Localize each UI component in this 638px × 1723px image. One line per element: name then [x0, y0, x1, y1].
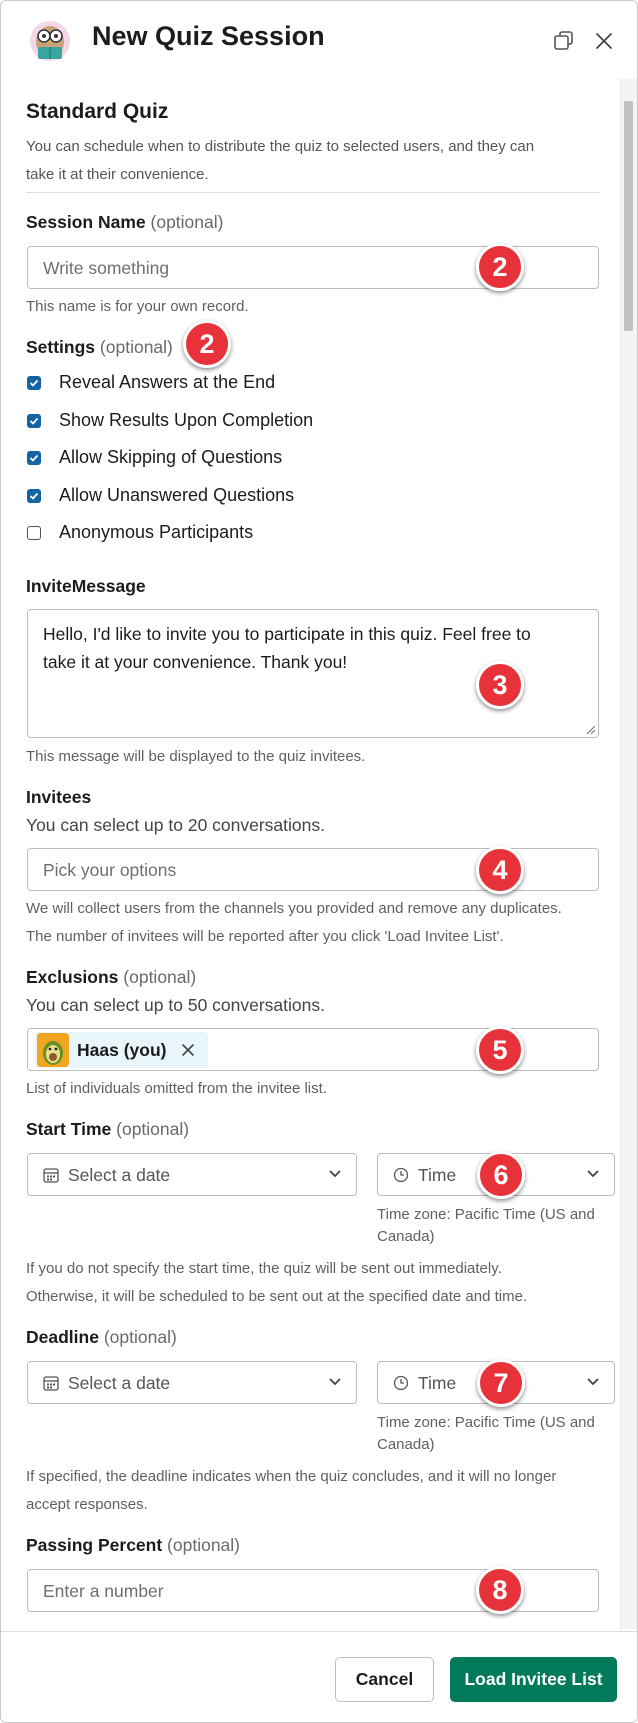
load-invitee-list-button[interactable]: Load Invitee List: [450, 1657, 617, 1702]
checkbox-allow-skipping[interactable]: Allow Skipping of Questions: [27, 447, 282, 468]
expand-window-icon[interactable]: [548, 25, 580, 57]
checkbox-show-results[interactable]: Show Results Upon Completion: [27, 410, 313, 431]
start-time-hint-line2: Otherwise, it will be scheduled to be se…: [26, 1288, 528, 1305]
section-description-line2: take it at their convenience.: [26, 166, 209, 183]
step-badge: 3: [476, 661, 524, 709]
cancel-button[interactable]: Cancel: [335, 1657, 434, 1702]
chevron-down-icon: [587, 1170, 599, 1178]
owl-logo-icon: [25, 15, 75, 65]
start-date-select[interactable]: Select a date: [27, 1153, 357, 1196]
section-title: Standard Quiz: [26, 100, 169, 123]
deadline-date-select[interactable]: Select a date: [27, 1361, 357, 1404]
deadline-hint-line2: accept responses.: [26, 1496, 148, 1513]
invitees-placeholder: Pick your options: [43, 860, 177, 880]
checkbox-anonymous[interactable]: Anonymous Participants: [27, 522, 253, 543]
checkbox-checked-icon: [27, 488, 41, 503]
chevron-down-icon: [329, 1378, 341, 1386]
exclusions-sub: You can select up to 50 conversations.: [26, 995, 325, 1015]
passing-percent-label: Passing Percent (optional): [26, 1535, 241, 1555]
close-icon[interactable]: [588, 25, 620, 57]
invitees-hint-line1: We will collect users from the channels …: [26, 900, 562, 917]
passing-percent-placeholder: Enter a number: [43, 1581, 164, 1601]
step-badge: 8: [476, 1566, 524, 1614]
calendar-icon: [43, 1376, 59, 1391]
chevron-down-icon: [329, 1170, 341, 1178]
step-badge: 7: [477, 1359, 525, 1407]
resize-grip-icon[interactable]: [586, 725, 596, 735]
settings-label: Settings (optional): [26, 337, 173, 357]
step-badge: 6: [477, 1151, 525, 1199]
start-timezone-note: Time zone: Pacific Time (US and Canada): [377, 1206, 595, 1245]
start-time-label: Start Time (optional): [26, 1119, 190, 1139]
checkbox-unchecked-icon: [27, 525, 41, 540]
checkbox-allow-unanswered[interactable]: Allow Unanswered Questions: [27, 485, 294, 506]
exclusions-label: Exclusions (optional): [26, 967, 197, 987]
deadline-timezone-note: Time zone: Pacific Time (US and Canada): [377, 1414, 595, 1453]
chevron-down-icon: [587, 1378, 599, 1386]
session-name-label: Session Name (optional): [26, 212, 224, 232]
start-time-hint-line1: If you do not specify the start time, th…: [26, 1260, 502, 1277]
clock-icon: [393, 1375, 409, 1391]
modal-header: New Quiz Session: [1, 1, 637, 79]
step-badge: 2: [183, 320, 231, 368]
exclusion-chip-label: Haas (you): [77, 1039, 167, 1060]
invite-message-label: InviteMessage: [26, 576, 146, 596]
invitees-hint-line2: The number of invitees will be reported …: [26, 928, 504, 945]
deadline-hint-line1: If specified, the deadline indicates whe…: [26, 1468, 557, 1485]
section-description-line1: You can schedule when to distribute the …: [26, 138, 535, 155]
section-divider: [26, 192, 600, 193]
checkbox-checked-icon: [27, 413, 41, 428]
session-name-hint: This name is for your own record.: [26, 298, 249, 315]
checkbox-checked-icon: [27, 450, 41, 465]
checkbox-checked-icon: [27, 375, 41, 390]
avatar: [37, 1033, 69, 1067]
step-badge: 5: [476, 1026, 524, 1074]
clock-icon: [393, 1167, 409, 1183]
modal-title: New Quiz Session: [92, 21, 325, 51]
exclusions-hint: List of individuals omitted from the inv…: [26, 1080, 327, 1097]
quiz-session-modal: New Quiz Session Standard Quiz You can s…: [0, 0, 638, 1723]
step-badge: 4: [476, 846, 524, 894]
session-name-placeholder: Write something: [43, 258, 170, 278]
deadline-label: Deadline (optional): [26, 1327, 177, 1347]
exclusion-chip: Haas (you): [35, 1032, 209, 1068]
scrollbar-thumb[interactable]: [624, 101, 633, 331]
step-badge: 2: [476, 243, 524, 291]
invitees-sub: You can select up to 20 conversations.: [26, 815, 325, 835]
invite-message-hint: This message will be displayed to the qu…: [26, 748, 366, 765]
invitees-label: Invitees: [26, 787, 92, 807]
remove-chip-icon[interactable]: [178, 1040, 198, 1060]
scrollbar[interactable]: [620, 79, 637, 1629]
calendar-icon: [43, 1168, 59, 1183]
checkbox-reveal-answers[interactable]: Reveal Answers at the End: [27, 372, 275, 393]
